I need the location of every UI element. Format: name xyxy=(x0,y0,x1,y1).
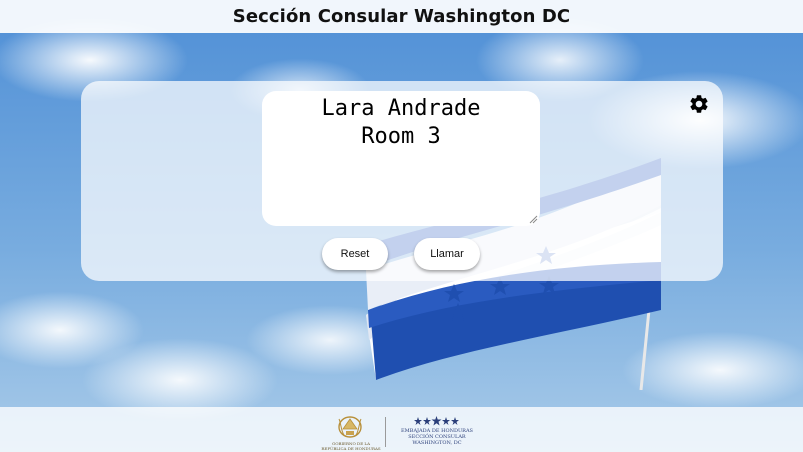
honduras-coat-of-arms-logo xyxy=(338,416,362,438)
display-room-text: Room 3 xyxy=(361,124,441,149)
display-name-text: Lara Andrade xyxy=(321,96,481,121)
header-bar: Sección Consular Washington DC xyxy=(0,0,803,33)
reset-button[interactable]: Reset xyxy=(322,238,388,270)
embassy-text: EMBAJADA DE HONDURAS SECCIÓN CONSULAR WA… xyxy=(401,428,473,446)
resize-grip-icon[interactable] xyxy=(529,215,538,224)
gear-icon[interactable] xyxy=(688,93,710,115)
five-stars-icon xyxy=(414,416,459,426)
display-textarea[interactable]: Lara Andrade Room 3 xyxy=(262,91,540,226)
call-button[interactable]: Llamar xyxy=(414,238,480,270)
main-panel: Lara Andrade Room 3 Reset Llamar xyxy=(81,81,723,281)
footer-bar: GOBIERNO DE LA REPÚBLICA DE HONDURAS EMB… xyxy=(0,407,803,452)
page-title: Sección Consular Washington DC xyxy=(232,6,571,27)
government-text: GOBIERNO DE LA REPÚBLICA DE HONDURAS xyxy=(321,441,381,451)
footer-divider xyxy=(385,417,386,447)
